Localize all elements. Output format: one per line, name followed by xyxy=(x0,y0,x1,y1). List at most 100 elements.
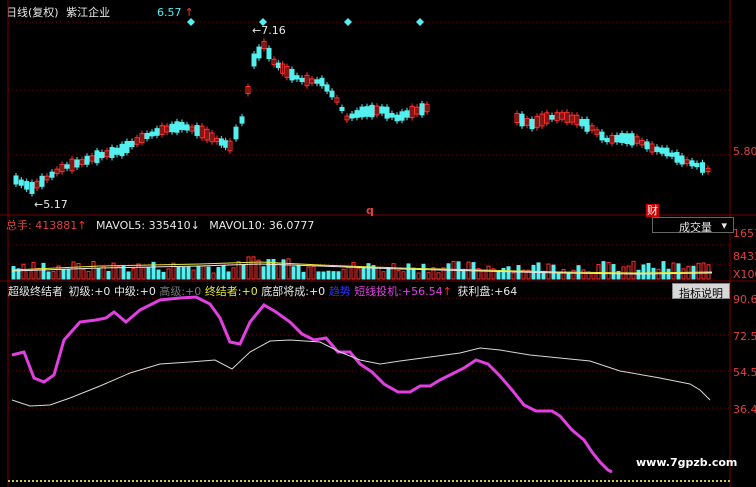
volume-bar xyxy=(661,261,666,280)
volume-bar xyxy=(606,261,611,280)
mavol5-value: 335410 xyxy=(148,219,191,232)
candle-body xyxy=(194,125,200,136)
volume-bar xyxy=(681,268,686,280)
volume-bar xyxy=(506,266,511,280)
volume-bar xyxy=(196,265,201,280)
volume-bar xyxy=(561,268,566,280)
candle-body xyxy=(394,114,400,122)
volume-bar xyxy=(306,266,311,280)
volume-bar xyxy=(181,266,186,280)
candle-body xyxy=(49,171,55,178)
candle-body xyxy=(13,175,19,185)
candle-body xyxy=(384,106,390,119)
mavol5-label: MAVOL5: xyxy=(95,219,146,232)
event-marker-q[interactable]: q xyxy=(366,204,374,217)
volume-bar xyxy=(366,263,371,280)
volume-bar xyxy=(501,267,506,280)
total-volume-value: 413881 xyxy=(35,219,78,232)
volume-bar xyxy=(256,259,261,280)
indicator-header: 超级终结者 初级:+0 中级:+0 高级:+0 终结者:+0 底部将成:+0 趋… xyxy=(8,285,518,298)
candle-body xyxy=(119,143,125,157)
candle-body xyxy=(84,155,90,165)
volume-bar xyxy=(336,271,341,280)
volume-bar xyxy=(161,271,166,280)
volume-bar xyxy=(96,268,101,280)
volume-bar xyxy=(376,266,381,280)
volume-bar xyxy=(131,267,136,280)
volume-bar xyxy=(291,266,296,280)
volume-bar xyxy=(206,266,211,280)
candle-body xyxy=(694,162,700,168)
indicator-name[interactable]: 超级终结者 xyxy=(8,285,63,298)
candle-body xyxy=(389,113,395,118)
volume-bar xyxy=(596,264,601,280)
candle-body xyxy=(419,103,425,116)
volume-bar xyxy=(421,263,426,280)
candle-body xyxy=(599,131,605,141)
volume-bar xyxy=(86,270,91,280)
candle-body xyxy=(549,114,555,120)
candle-body xyxy=(624,133,630,144)
volume-bar xyxy=(251,256,256,280)
volume-axis-label-top: 1657 xyxy=(733,227,756,240)
volume-bar xyxy=(416,272,421,280)
candle-body xyxy=(275,62,281,69)
diamond-marker xyxy=(187,18,195,26)
volume-bar xyxy=(646,262,651,280)
total-volume-label: 总手 xyxy=(6,219,28,232)
volume-indicator-dropdown[interactable]: 成交量 ▾ xyxy=(652,217,734,234)
candle-body xyxy=(239,116,245,124)
price-axis-label: 5.80 xyxy=(733,145,756,158)
indicator-axis-label-3: 54.5 xyxy=(733,366,756,379)
indicator-axis-label-2: 72.5 xyxy=(733,330,756,343)
volume-bar xyxy=(296,265,301,280)
indicator-help-button[interactable]: 指标说明 xyxy=(672,283,730,300)
volume-bar xyxy=(91,260,96,280)
volume-bar xyxy=(211,272,216,280)
volume-bar xyxy=(176,266,181,280)
event-marker-cai[interactable]: 财 xyxy=(646,204,659,217)
volume-bar xyxy=(356,268,361,280)
low-price-label: ←5.17 xyxy=(34,198,68,211)
candle-body xyxy=(218,138,224,146)
volume-bar xyxy=(611,264,616,280)
volume-axis-unit: X100 xyxy=(733,268,756,281)
volume-bar xyxy=(671,262,676,280)
candle-body xyxy=(319,77,325,87)
volume-bar xyxy=(346,266,351,280)
volume-bar xyxy=(406,263,411,280)
chart-canvas[interactable] xyxy=(0,0,756,487)
volume-bar xyxy=(216,266,221,280)
candle-body xyxy=(129,140,135,148)
volume-bar xyxy=(636,269,641,280)
volume-bar xyxy=(361,266,366,280)
volume-bar xyxy=(311,266,316,280)
volume-bar xyxy=(51,270,56,280)
volume-bar xyxy=(141,267,146,280)
candle-body xyxy=(654,146,660,153)
volume-bar xyxy=(221,265,226,280)
candle-body xyxy=(99,151,105,159)
volume-bar xyxy=(401,271,406,280)
candle-body xyxy=(659,147,665,154)
candle-body xyxy=(154,128,160,136)
volume-bar xyxy=(331,271,336,280)
volume-bar xyxy=(391,263,396,280)
volume-bar xyxy=(301,271,306,280)
volume-bar xyxy=(146,267,151,280)
volume-bar xyxy=(236,260,241,280)
candlestick-series xyxy=(13,38,711,197)
candle-body xyxy=(314,79,320,84)
diamond-marker xyxy=(416,18,424,26)
candle-body xyxy=(644,141,650,150)
candle-body xyxy=(266,47,272,60)
volume-bar xyxy=(26,269,31,280)
volume-bar xyxy=(231,267,236,280)
volume-bar xyxy=(286,258,291,280)
candle-body xyxy=(519,113,525,127)
volume-bar xyxy=(326,270,331,280)
candle-body xyxy=(114,147,120,155)
candle-body xyxy=(179,122,185,130)
volume-bar xyxy=(21,263,26,280)
volume-bar xyxy=(571,269,576,280)
